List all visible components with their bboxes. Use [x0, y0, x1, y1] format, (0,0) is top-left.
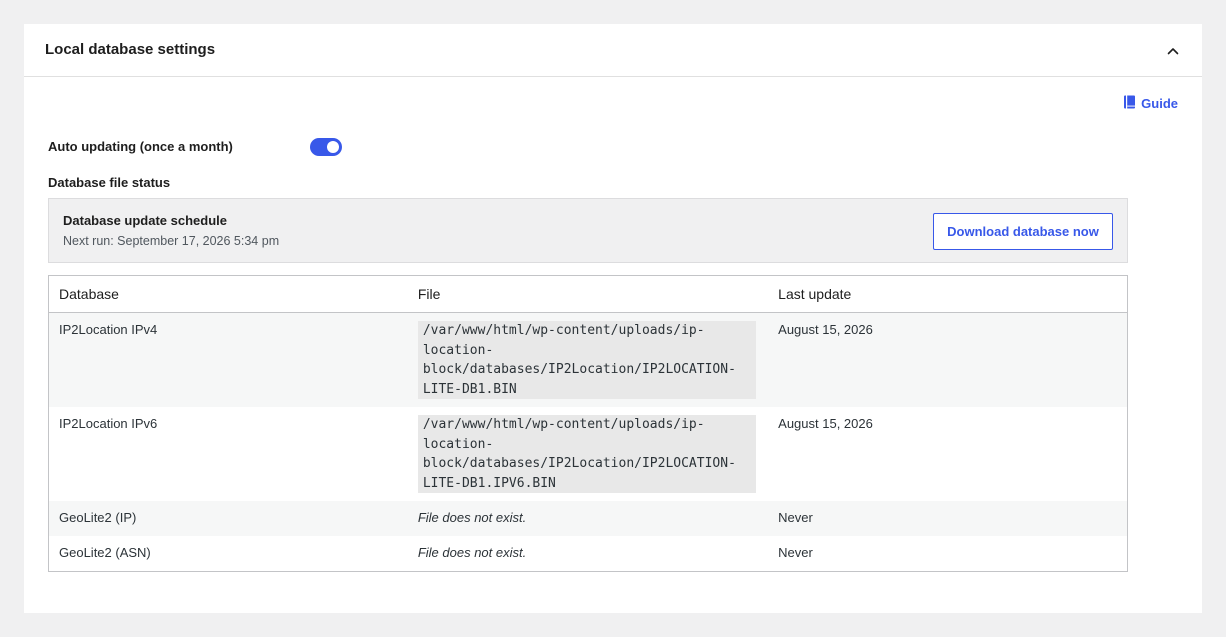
schedule-title: Database update schedule	[63, 213, 227, 228]
last-update: Never	[768, 501, 1128, 536]
toggle-knob	[327, 141, 339, 153]
file-path-line: block/databases/IP2Location/IP2LOCATION-	[422, 456, 736, 471]
file-path: /var/www/html/wp-content/uploads/ip- loc…	[417, 415, 756, 493]
file-path: /var/www/html/wp-content/uploads/ip- loc…	[417, 321, 756, 399]
file-path-line: block/databases/IP2Location/IP2LOCATION-	[422, 362, 736, 377]
auto-updating-row: Auto updating (once a month)	[48, 138, 348, 160]
file-cell: /var/www/html/wp-content/uploads/ip- loc…	[407, 407, 769, 501]
database-name: GeoLite2 (IP)	[48, 501, 408, 536]
download-database-button[interactable]: Download database now	[933, 213, 1113, 250]
table-row: IP2Location IPv6 /var/www/html/wp-conten…	[48, 407, 1128, 501]
auto-updating-toggle[interactable]	[310, 138, 342, 156]
table-row: IP2Location IPv4 /var/www/html/wp-conten…	[48, 312, 1128, 407]
local-database-settings-panel: Local database settings Guide Auto updat…	[24, 24, 1202, 613]
table-header-row: Database File Last update	[48, 275, 1128, 313]
file-path-line: /var/www/html/wp-content/uploads/ip-	[422, 323, 705, 338]
table-row: GeoLite2 (IP) File does not exist. Never	[48, 501, 1128, 536]
column-header-last-update: Last update	[768, 275, 1128, 313]
panel-title: Local database settings	[45, 41, 216, 58]
file-missing-text: File does not exist.	[407, 501, 769, 536]
last-update: Never	[768, 536, 1128, 572]
panel-header[interactable]: Local database settings	[24, 24, 1202, 77]
book-icon	[1123, 95, 1136, 112]
file-path-line: location-	[422, 342, 494, 358]
file-missing-text: File does not exist.	[407, 536, 769, 572]
next-run-text: Next run: September 17, 2026 5:34 pm	[63, 234, 280, 248]
file-path-line: /var/www/html/wp-content/uploads/ip-	[422, 417, 705, 432]
database-name: IP2Location IPv4	[48, 312, 408, 407]
file-path-line: LITE-DB1.IPV6.BIN	[422, 475, 556, 491]
table-row: GeoLite2 (ASN) File does not exist. Neve…	[48, 536, 1128, 572]
file-cell: /var/www/html/wp-content/uploads/ip- loc…	[407, 312, 769, 407]
column-header-database: Database	[48, 275, 408, 313]
database-name: GeoLite2 (ASN)	[48, 536, 408, 572]
column-header-file: File	[407, 275, 769, 313]
database-name: IP2Location IPv6	[48, 407, 408, 501]
chevron-up-icon[interactable]	[1162, 40, 1184, 62]
file-path-line: LITE-DB1.BIN	[422, 381, 517, 397]
auto-updating-label: Auto updating (once a month)	[48, 139, 233, 154]
last-update: August 15, 2026	[768, 312, 1128, 407]
last-update: August 15, 2026	[768, 407, 1128, 501]
guide-link[interactable]: Guide	[1123, 95, 1178, 112]
database-file-status-label: Database file status	[48, 175, 171, 190]
update-schedule-box: Database update schedule Next run: Septe…	[48, 198, 1128, 263]
database-status-table: Database File Last update IP2Location IP…	[48, 275, 1128, 572]
file-path-line: location-	[422, 436, 494, 452]
guide-label: Guide	[1141, 96, 1178, 111]
